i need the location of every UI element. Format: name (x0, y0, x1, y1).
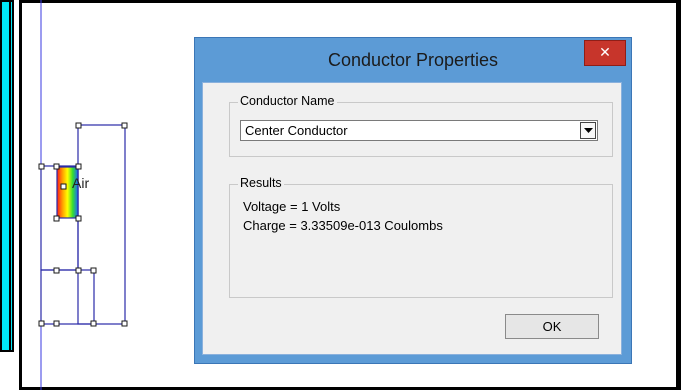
close-icon: ✕ (599, 45, 611, 61)
chevron-down-icon (583, 127, 593, 133)
dialog-title: Conductor Properties (327, 50, 499, 70)
conductor-name-legend: Conductor Name (238, 94, 337, 108)
air-region-label: Air (72, 175, 90, 191)
charge-result: Charge = 3.33509e-013 Coulombs (243, 218, 443, 233)
dialog-title-bar[interactable]: Conductor Properties ✕ (195, 38, 631, 82)
conductor-name-select[interactable]: Center Conductor (240, 120, 598, 141)
conductor-right (77, 124, 126, 325)
conductor-name-value: Center Conductor (245, 123, 348, 138)
conductor-outer-bottom (40, 269, 95, 325)
vertex-handles (38, 122, 128, 327)
close-button[interactable]: ✕ (584, 40, 626, 66)
ok-button[interactable]: OK (505, 314, 599, 339)
dropdown-button[interactable] (580, 122, 596, 139)
conductor-name-group: Conductor Name Center Conductor (229, 94, 613, 157)
results-group: Results Voltage = 1 Volts Charge = 3.335… (229, 176, 613, 298)
results-legend: Results (238, 176, 284, 190)
voltage-result: Voltage = 1 Volts (243, 199, 341, 214)
